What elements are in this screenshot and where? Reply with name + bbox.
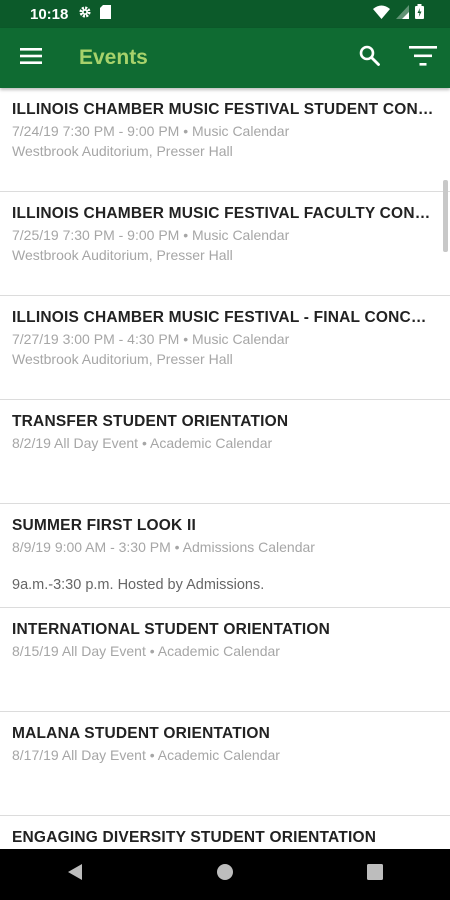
- event-title: ILLINOIS CHAMBER MUSIC FESTIVAL - FINAL …: [12, 309, 436, 326]
- event-location: Westbrook Auditorium, Presser Hall: [12, 143, 233, 159]
- event-location: Westbrook Auditorium, Presser Hall: [12, 247, 233, 263]
- event-date-calendar: 7/25/19 7:30 PM - 9:00 PM • Music Calend…: [12, 227, 290, 243]
- event-date-calendar: 8/9/19 9:00 AM - 3:30 PM • Admissions Ca…: [12, 539, 315, 555]
- sd-card-icon: [100, 4, 112, 24]
- event-description: 9a.m.-3:30 p.m. Hosted by Admissions.: [12, 577, 265, 593]
- filter-icon: [409, 45, 437, 71]
- back-button[interactable]: [45, 849, 105, 900]
- cell-signal-icon: [396, 4, 409, 24]
- recents-square-icon: [367, 864, 383, 885]
- wifi-icon: [373, 5, 390, 24]
- status-time: 10:18: [30, 5, 69, 23]
- status-bar: 10:18: [0, 0, 450, 28]
- event-title: SUMMER FIRST LOOK II: [12, 517, 196, 534]
- event-date-calendar: 7/24/19 7:30 PM - 9:00 PM • Music Calend…: [12, 123, 290, 139]
- menu-button[interactable]: [0, 28, 62, 88]
- event-date-calendar: 8/2/19 All Day Event • Academic Calendar: [12, 435, 273, 451]
- event-item[interactable]: ILLINOIS CHAMBER MUSIC FESTIVAL - FINAL …: [0, 296, 450, 400]
- event-title: INTERNATIONAL STUDENT ORIENTATION: [12, 621, 331, 638]
- settings-gear-icon: [78, 5, 92, 24]
- event-title: MALANA STUDENT ORIENTATION: [12, 725, 271, 742]
- scrollbar-thumb[interactable]: [443, 180, 448, 252]
- event-date-calendar: 8/15/19 All Day Event • Academic Calenda…: [12, 643, 280, 659]
- home-button[interactable]: [195, 849, 255, 900]
- home-circle-icon: [216, 863, 234, 886]
- event-item[interactable]: INTERNATIONAL STUDENT ORIENTATION 8/15/1…: [0, 608, 450, 712]
- event-item[interactable]: SUMMER FIRST LOOK II 8/9/19 9:00 AM - 3:…: [0, 504, 450, 608]
- event-title: ILLINOIS CHAMBER MUSIC FESTIVAL FACULTY …: [12, 205, 436, 222]
- app-bar: Events: [0, 28, 450, 88]
- search-button[interactable]: [342, 28, 396, 88]
- event-title: TRANSFER STUDENT ORIENTATION: [12, 413, 289, 430]
- search-icon: [359, 45, 380, 71]
- event-title: ILLINOIS CHAMBER MUSIC FESTIVAL STUDENT …: [12, 101, 436, 118]
- event-item[interactable]: ILLINOIS CHAMBER MUSIC FESTIVAL FACULTY …: [0, 192, 450, 296]
- event-item[interactable]: ENGAGING DIVERSITY STUDENT ORIENTATION: [0, 816, 450, 849]
- event-location: Westbrook Auditorium, Presser Hall: [12, 351, 233, 367]
- event-date-calendar: 8/17/19 All Day Event • Academic Calenda…: [12, 747, 280, 763]
- hamburger-icon: [20, 47, 42, 69]
- battery-icon: [415, 4, 424, 24]
- filter-button[interactable]: [396, 28, 450, 88]
- event-item[interactable]: MALANA STUDENT ORIENTATION 8/17/19 All D…: [0, 712, 450, 816]
- recents-button[interactable]: [345, 849, 405, 900]
- event-item[interactable]: ILLINOIS CHAMBER MUSIC FESTIVAL STUDENT …: [0, 88, 450, 192]
- event-date-calendar: 7/27/19 3:00 PM - 4:30 PM • Music Calend…: [12, 331, 290, 347]
- system-nav-bar: [0, 849, 450, 900]
- page-title: Events: [79, 46, 148, 69]
- event-item[interactable]: TRANSFER STUDENT ORIENTATION 8/2/19 All …: [0, 400, 450, 504]
- event-title: ENGAGING DIVERSITY STUDENT ORIENTATION: [12, 829, 377, 846]
- back-triangle-icon: [67, 863, 83, 886]
- event-list[interactable]: ILLINOIS CHAMBER MUSIC FESTIVAL STUDENT …: [0, 88, 450, 849]
